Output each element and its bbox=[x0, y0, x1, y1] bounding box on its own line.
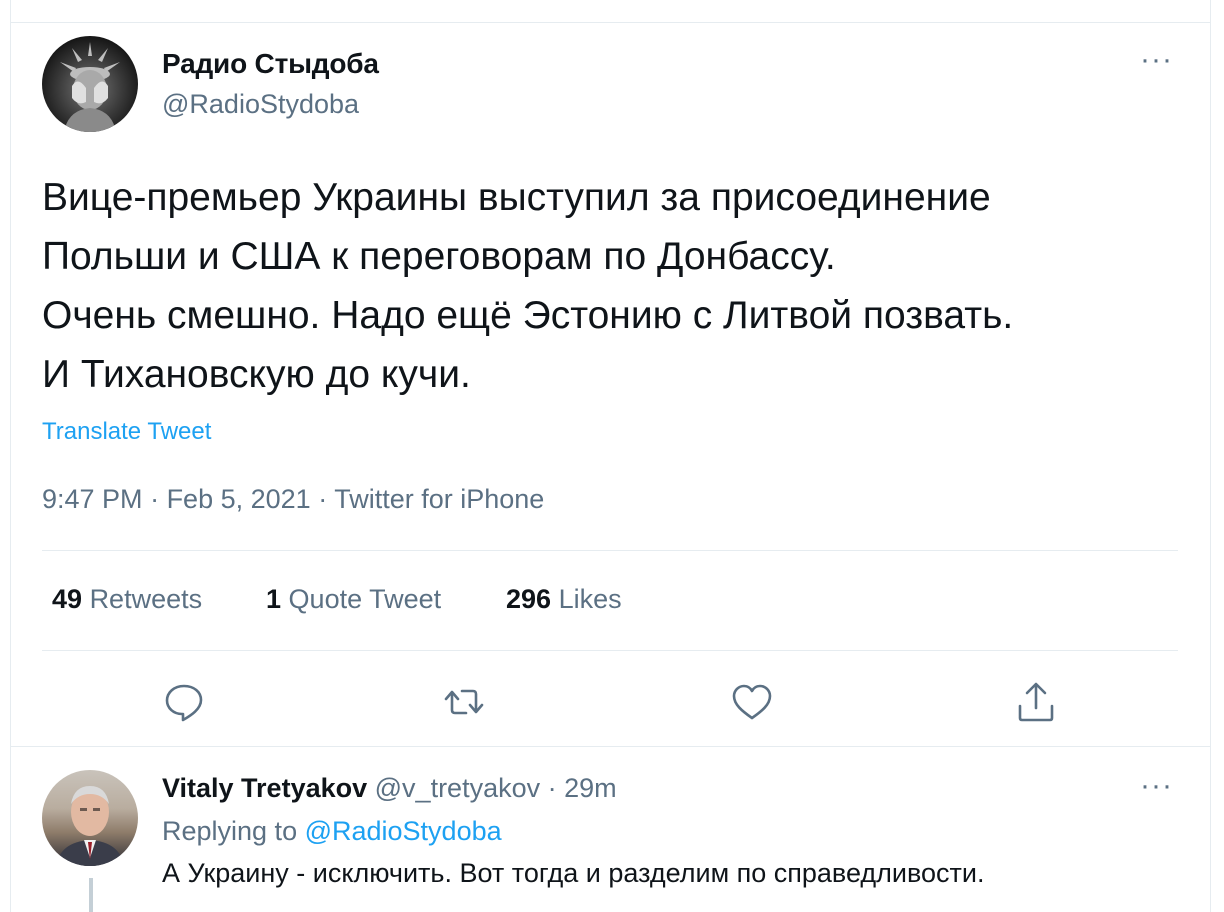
retweet-icon bbox=[444, 689, 484, 715]
reply-more-options-button[interactable]: ··· bbox=[1140, 771, 1173, 801]
reply-separator: · bbox=[540, 773, 565, 803]
share-icon bbox=[1018, 682, 1054, 722]
quotes-count: 1 bbox=[266, 584, 282, 614]
tweet-date[interactable]: Feb 5, 2021 bbox=[167, 484, 311, 514]
divider bbox=[42, 650, 1178, 651]
meta-separator: · bbox=[142, 484, 167, 514]
tweet-text-line: Очень смешно. Надо ещё Эстонию с Литвой … bbox=[42, 294, 1014, 337]
reply-author-name[interactable]: Vitaly Tretyakov bbox=[162, 773, 367, 803]
frame-border-top bbox=[10, 22, 1211, 23]
author-name[interactable]: Радио Стыдоба bbox=[162, 48, 379, 80]
like-icon bbox=[732, 684, 772, 720]
tweet-time[interactable]: 9:47 PM bbox=[42, 484, 143, 514]
retweets-label: Retweets bbox=[89, 584, 203, 614]
divider bbox=[10, 746, 1211, 747]
reply-author-avatar[interactable] bbox=[42, 770, 138, 866]
translate-tweet-link[interactable]: Translate Tweet bbox=[42, 418, 211, 446]
share-button[interactable] bbox=[1014, 680, 1058, 724]
likes-label: Likes bbox=[558, 584, 622, 614]
tweet-metadata: 9:47 PM · Feb 5, 2021 · Twitter for iPho… bbox=[42, 484, 544, 515]
reply-button[interactable] bbox=[162, 680, 206, 724]
retweet-button[interactable] bbox=[442, 680, 486, 724]
tweet-text: Вице-премьер Украины выступил за присоед… bbox=[42, 168, 1192, 404]
likes-count: 296 bbox=[506, 584, 552, 614]
divider bbox=[42, 550, 1178, 551]
reply-header: Vitaly Tretyakov @v_tretyakov · 29m bbox=[162, 773, 617, 804]
replying-to: Replying to @RadioStydoba bbox=[162, 816, 502, 847]
frame-border-right bbox=[1210, 0, 1211, 912]
thread-connector-line bbox=[89, 878, 93, 912]
tweet-text-line: И Тихановскую до кучи. bbox=[42, 353, 471, 396]
reply-avatar-photo bbox=[56, 786, 124, 866]
replying-to-prefix: Replying to bbox=[162, 816, 305, 846]
tweet-source[interactable]: Twitter for iPhone bbox=[334, 484, 544, 514]
quote-tweets-stat[interactable]: 1 Quote Tweet bbox=[266, 584, 441, 615]
tweet-text-line: Вице-премьер Украины выступил за присоед… bbox=[42, 176, 991, 219]
meta-separator: · bbox=[310, 484, 335, 514]
retweets-count: 49 bbox=[52, 584, 83, 614]
statue-facepalm-image bbox=[60, 42, 120, 132]
replying-to-mention-link[interactable]: @RadioStydoba bbox=[305, 816, 502, 846]
author-handle[interactable]: @RadioStydoba bbox=[162, 89, 359, 120]
tweet-text-line: Польши и США к переговорам по Донбассу. bbox=[42, 235, 836, 278]
reply-icon bbox=[165, 684, 203, 722]
reply-time[interactable]: 29m bbox=[564, 773, 617, 803]
reply-text: А Украину - исключить. Вот тогда и разде… bbox=[162, 858, 985, 888]
tweet-more-options-button[interactable]: ··· bbox=[1140, 45, 1173, 75]
quotes-label: Quote Tweet bbox=[288, 584, 442, 614]
like-button[interactable] bbox=[730, 680, 774, 724]
author-avatar[interactable] bbox=[42, 36, 138, 132]
reply-author-handle[interactable]: @v_tretyakov bbox=[375, 773, 540, 803]
frame-border-left bbox=[10, 0, 11, 912]
retweets-stat[interactable]: 49 Retweets bbox=[52, 584, 202, 615]
likes-stat[interactable]: 296 Likes bbox=[506, 584, 622, 615]
